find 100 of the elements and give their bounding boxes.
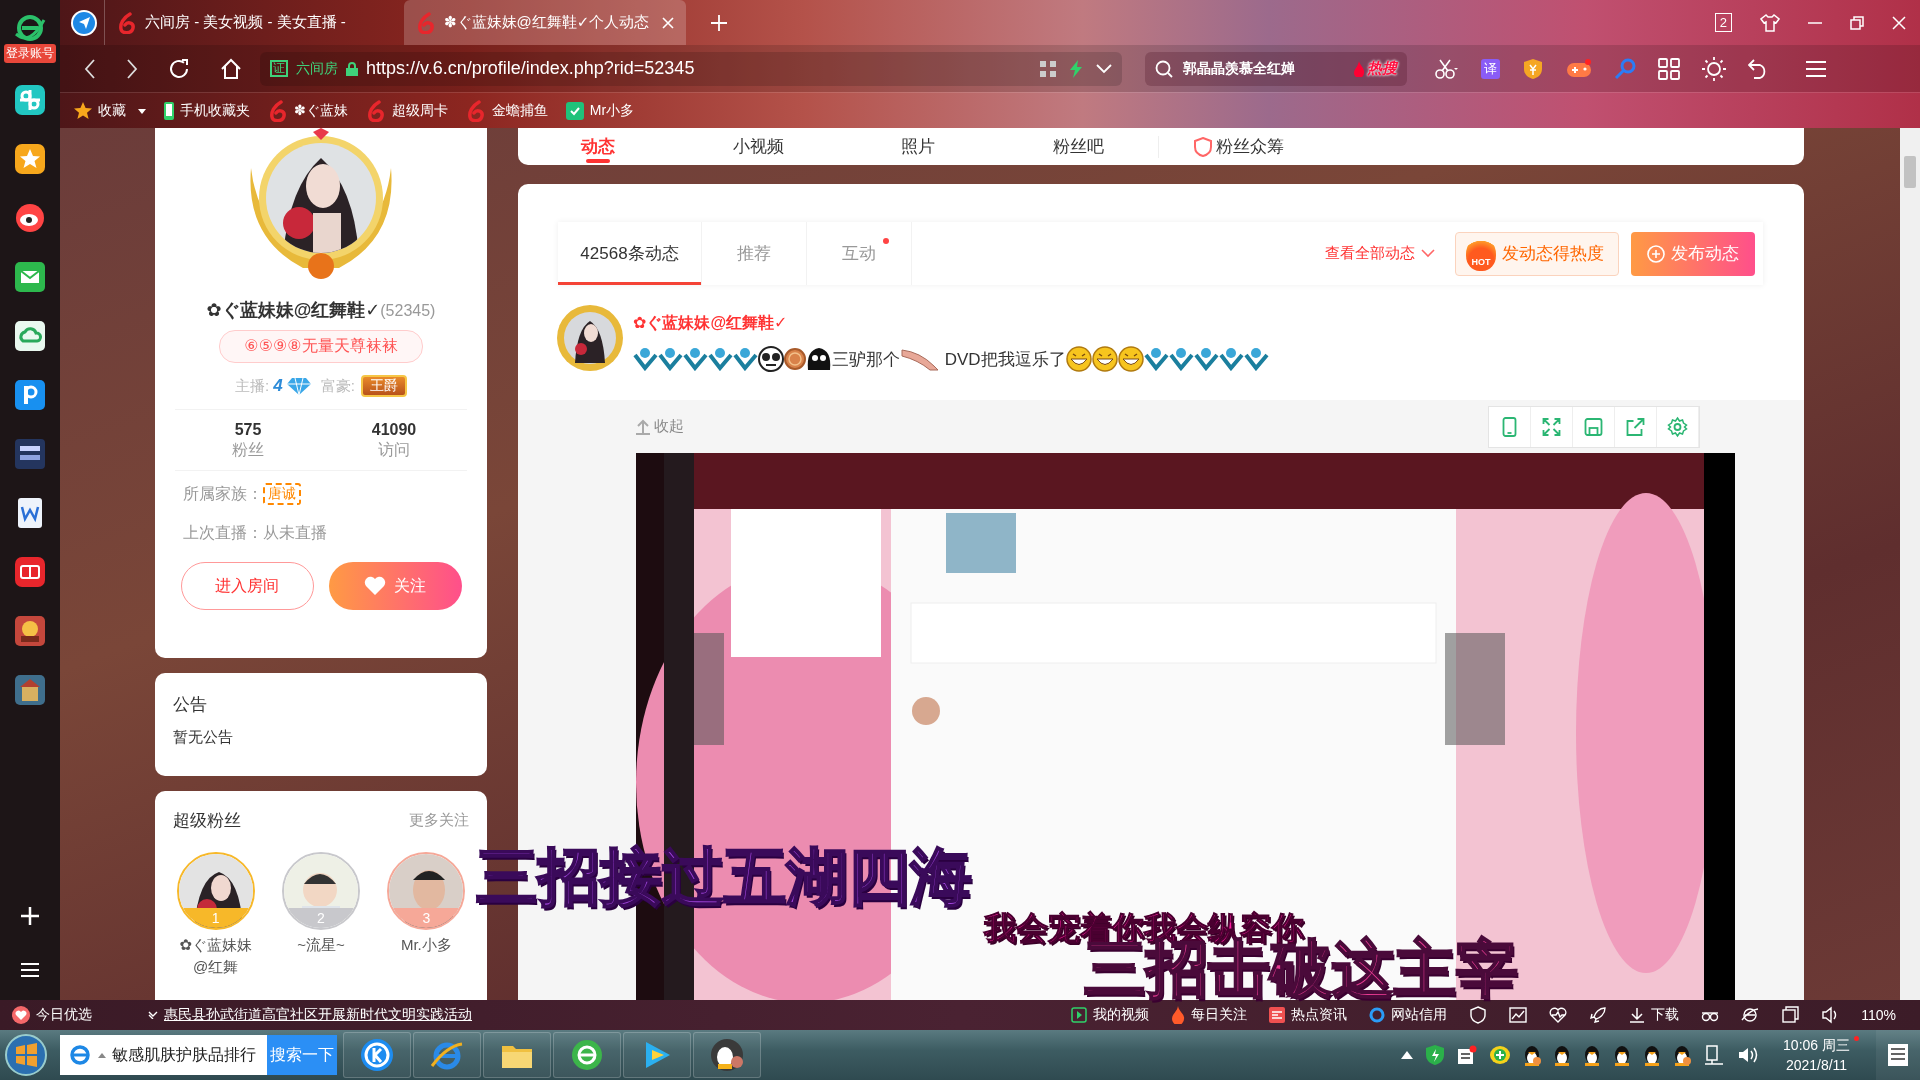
fan-name: ✿ぐ蓝妹妹@红舞 [178, 935, 253, 977]
view-all-link[interactable]: 查看全部动态 [1325, 244, 1435, 263]
status-link[interactable]: 网站信用 [1369, 1006, 1448, 1024]
heartbeat-icon[interactable] [1549, 1006, 1568, 1024]
network-icon[interactable] [1703, 1044, 1726, 1066]
document-icon[interactable] [1457, 1045, 1478, 1065]
nav-tab[interactable]: 粉丝众筹 [1159, 128, 1319, 165]
document-icon[interactable] [15, 498, 45, 528]
bookmark[interactable]: 手机收藏夹 [164, 102, 250, 120]
qr-icon[interactable] [1040, 60, 1056, 77]
post-text: 三驴那个 [832, 348, 900, 371]
coin-icon [784, 348, 806, 370]
compass-icon[interactable] [70, 8, 98, 37]
status-link[interactable]: 我的视频 [1071, 1006, 1150, 1024]
news-label[interactable]: 今日优选 [12, 1006, 92, 1024]
grin-emoji-icon [1065, 346, 1092, 372]
status-link[interactable]: 每日关注 [1171, 1006, 1248, 1024]
cert-badge: 证 [270, 60, 288, 77]
window-icon[interactable] [1781, 1006, 1800, 1024]
level-label: 主播: [235, 376, 270, 396]
tile-icon[interactable] [15, 380, 45, 410]
caret-up-icon[interactable] [1401, 1051, 1414, 1059]
taskbar-button[interactable] [553, 1032, 621, 1078]
taskbar-button[interactable] [693, 1032, 761, 1078]
shield-icon [1194, 136, 1212, 157]
back-icon[interactable] [84, 58, 96, 79]
status-link[interactable]: 热点资讯 [1269, 1006, 1348, 1024]
window-count[interactable]: 2 [1714, 13, 1732, 32]
action-center-icon[interactable] [1876, 1030, 1920, 1080]
reload-icon[interactable] [168, 57, 190, 80]
rocket-icon[interactable] [1589, 1006, 1608, 1024]
taskbar-search-field[interactable]: 敏感肌肤护肤品排行 搜索一下 [60, 1035, 337, 1075]
browser-e-icon[interactable] [1741, 1006, 1760, 1024]
castle-icon[interactable] [15, 675, 45, 705]
list-icon[interactable] [21, 962, 39, 978]
panda-emoji-icon [758, 346, 784, 372]
mail-icon[interactable] [15, 262, 45, 292]
game-icon[interactable] [15, 616, 45, 646]
bolt-icon[interactable] [1070, 59, 1082, 78]
chart-icon[interactable] [1509, 1006, 1528, 1024]
login-badge[interactable]: 登录账号 [4, 44, 56, 63]
address-bar[interactable]: 证 六间房 https://v.6.cn/profile/index.php?rid=52345 [260, 51, 1122, 86]
browser-tab[interactable]: ✽ぐ蓝妹妹@红舞鞋✓个人动态 [404, 0, 686, 45]
scroll-thumb-icon[interactable] [1904, 156, 1916, 188]
plus-icon[interactable] [20, 906, 40, 926]
penguin-icon[interactable] [1523, 1044, 1542, 1066]
volume-icon[interactable] [1737, 1045, 1760, 1065]
close-icon[interactable] [662, 16, 674, 29]
news-headline-link[interactable]: 惠民县孙武街道高官社区开展新时代文明实践活动 [164, 1006, 472, 1024]
penguin-icon[interactable] [1673, 1044, 1692, 1066]
game-tile-icon[interactable] [15, 439, 45, 469]
bookmark[interactable]: Mr小多 [565, 102, 635, 120]
sun-icon[interactable] [1702, 56, 1726, 81]
taskbar-button[interactable] [343, 1032, 411, 1078]
bookmark[interactable]: 金蟾捕鱼 [465, 100, 548, 122]
search-field[interactable]: 郭晶晶羡慕全红婵 热搜 [1145, 51, 1407, 86]
penguin-icon[interactable] [1553, 1044, 1572, 1066]
stat-label: 访问 [378, 440, 410, 460]
cloud-icon[interactable] [15, 321, 45, 351]
scissors-icon[interactable] [1435, 58, 1459, 79]
bookmark[interactable]: 收藏 [74, 102, 146, 120]
start-orb-icon[interactable] [4, 1033, 48, 1077]
shield-icon[interactable] [1469, 1006, 1488, 1024]
shield-icon[interactable] [1425, 1044, 1446, 1066]
scrollbar[interactable] [1900, 128, 1920, 1000]
nav-tab[interactable]: 动态 [518, 128, 678, 165]
forward-icon[interactable] [126, 58, 138, 79]
e-logo-icon[interactable] [14, 12, 46, 42]
clover-icon[interactable] [15, 85, 45, 115]
translate-badge[interactable]: 译 [1481, 58, 1500, 79]
nav-tab[interactable]: 照片 [838, 128, 998, 165]
download-button[interactable]: 下载 [1629, 1006, 1680, 1024]
menu-icon[interactable] [1806, 59, 1826, 78]
plus-circle-icon[interactable] [1489, 1045, 1512, 1065]
feed-tab[interactable]: 42568条动态 [558, 222, 702, 285]
penguin-icon[interactable] [1643, 1044, 1662, 1066]
bookmark[interactable]: ✽ぐ蓝妹 [268, 100, 348, 122]
taskbar-button[interactable] [483, 1032, 551, 1078]
fan-name: Mr.小多 [400, 935, 452, 955]
grid-icon[interactable] [1658, 57, 1680, 80]
star-icon [74, 102, 92, 120]
gamepad-icon[interactable] [1566, 58, 1592, 79]
six-logo-icon [117, 11, 137, 34]
clock[interactable]: 10:06 周三 2021/8/11 [1779, 1033, 1860, 1077]
enter-room-button[interactable]: 进入房间 [180, 562, 314, 610]
book-icon[interactable] [15, 557, 45, 587]
penguin-icon[interactable] [1583, 1044, 1602, 1066]
close-icon[interactable] [1892, 15, 1906, 30]
home-icon[interactable] [220, 57, 242, 80]
nav-tab[interactable]: 粉丝吧 [998, 128, 1158, 165]
post-author[interactable]: ✿ぐ蓝妹妹@红舞鞋✓ [633, 313, 1269, 334]
zoom-level[interactable]: 110% [1861, 1007, 1896, 1023]
eye-icon[interactable] [15, 203, 45, 233]
restore-icon[interactable] [1850, 15, 1864, 30]
shirt-icon[interactable] [1760, 13, 1780, 32]
nav-tab[interactable]: 小视频 [678, 128, 838, 165]
chevron-down-icon[interactable] [148, 1011, 158, 1019]
bookmark[interactable]: 超级周卡 [365, 100, 448, 122]
penguin-icon[interactable] [1613, 1044, 1632, 1066]
browser-tab[interactable]: 六间房 - 美女视频 - 美女直播 - [104, 0, 404, 45]
